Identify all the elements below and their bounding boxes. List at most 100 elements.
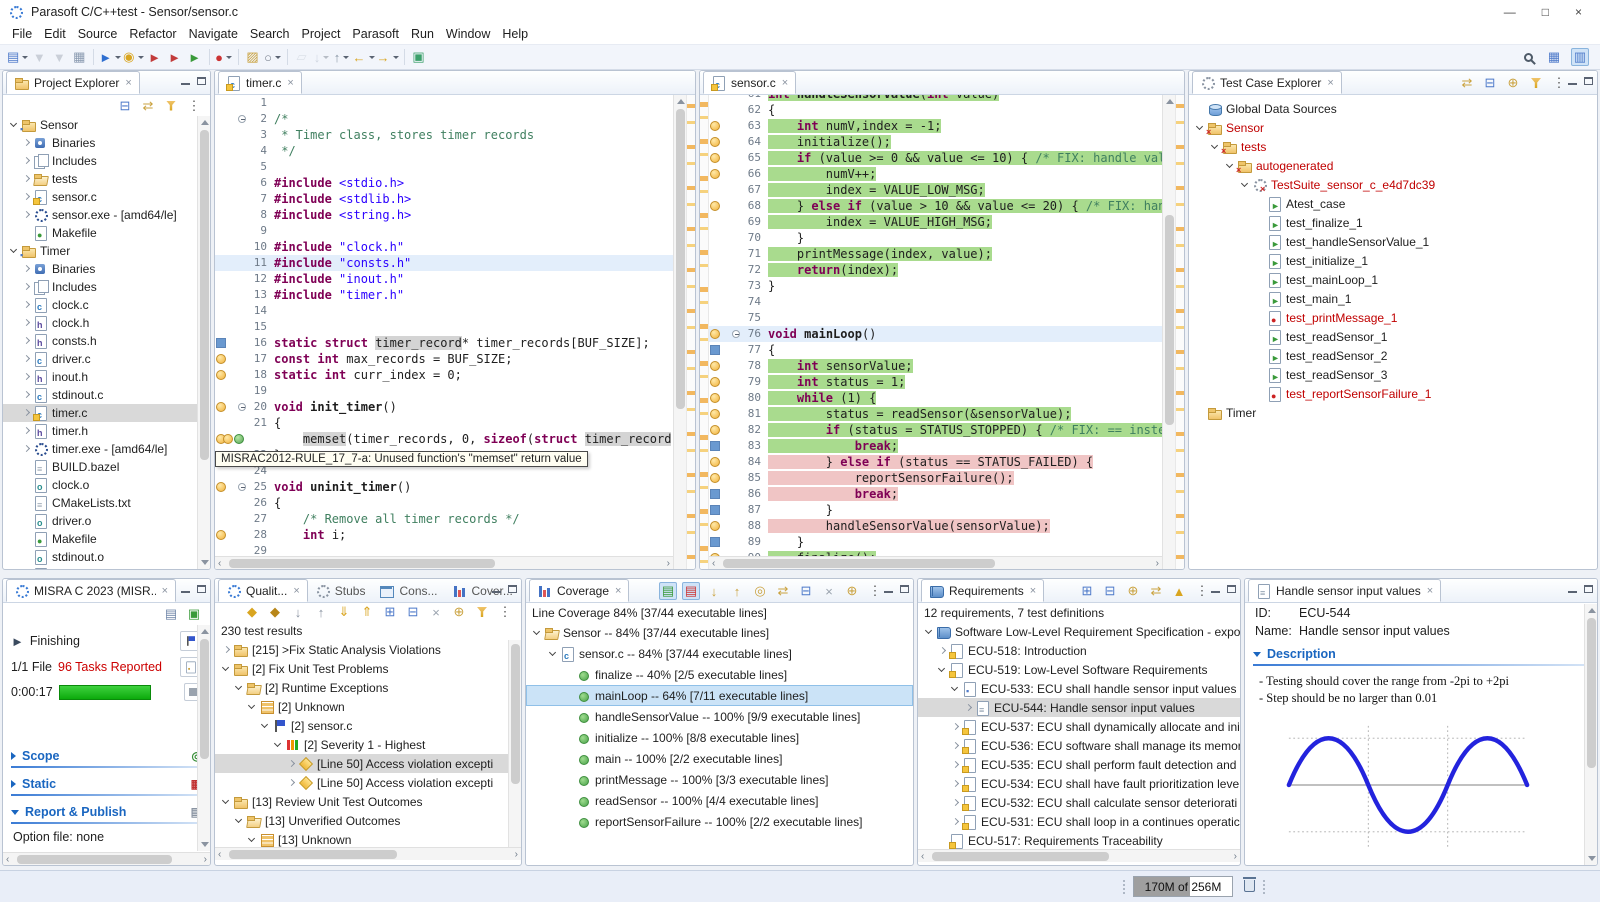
test-failed-button[interactable]: ► [146,48,164,66]
fold-collapse-icon[interactable] [238,403,246,411]
code-line[interactable]: 86 break; [709,486,1162,502]
run-last-button[interactable]: ↓ [313,48,331,66]
code-line[interactable]: 13#include "timer.h" [215,287,673,303]
tree-item[interactable]: cclock.c [3,296,210,314]
tree-item[interactable]: ▪ECU-518: Introduction [918,641,1240,660]
collapse-arrow-icon[interactable] [922,625,936,639]
task-marker-icon[interactable] [216,402,226,412]
code-line[interactable]: 7#include <stdlib.h> [215,191,673,207]
search-button[interactable] [1519,48,1537,66]
dropdown-arrow-icon[interactable] [115,56,121,59]
code-line[interactable]: 21{ [215,415,673,431]
open-perspective-button[interactable]: ▦ [1545,48,1563,66]
expand-arrow-icon[interactable] [11,752,16,760]
collapse-arrow-icon[interactable] [232,814,246,828]
next-item-button[interactable]: ↓ [705,582,723,600]
expand-arrow-icon[interactable] [19,352,33,366]
code-line[interactable]: 11#include "consts.h" [215,255,673,271]
code-line[interactable]: 4 */ [215,143,673,159]
code-line[interactable]: 65 if (value >= 0 && value <= 10) { /* F… [709,150,1162,166]
view-menu-button[interactable]: ⋮ [1550,74,1568,92]
minimize-view-icon[interactable] [1568,77,1577,85]
tab-requirements[interactable]: Requirements× [921,579,1044,602]
tree-item[interactable]: csensor.c [3,188,210,206]
vertical-scrollbar[interactable] [673,95,686,569]
prev-task-button[interactable]: ↑ [312,603,330,621]
collapse-arrow-icon[interactable] [7,244,21,258]
collapse-all-button[interactable]: ⊟ [1101,582,1119,600]
menu-help[interactable]: Help [496,26,534,42]
sync-button[interactable]: ⇄ [774,582,792,600]
menu-run[interactable]: Run [405,26,440,42]
tree-item[interactable]: sensor.exe - [amd64/le] [3,206,210,224]
filter-button[interactable] [473,603,491,621]
expand-arrow-icon[interactable] [19,298,33,312]
expand-arrow-icon[interactable] [19,334,33,348]
collapse-arrow-icon[interactable] [219,795,233,809]
drag-grip[interactable] [1262,879,1266,895]
fold-collapse-icon[interactable] [238,483,246,491]
tree-item[interactable]: ▪ECU-536: ECU software shall manage its … [918,736,1240,755]
expand-arrow-icon[interactable] [19,154,33,168]
tree-item[interactable]: tests [3,170,210,188]
tree-item[interactable]: odriver.o [3,512,210,530]
open-in-browser-button[interactable]: ▣ [185,605,203,623]
filter-button[interactable] [162,97,180,115]
task-marker-icon[interactable] [710,329,720,339]
tree-item[interactable]: ►test_readSensor_3 [1189,365,1597,384]
task-marker-icon[interactable] [710,153,720,163]
task-marker-icon[interactable] [710,121,720,131]
tree-item[interactable]: [2] Runtime Exceptions [215,678,521,697]
scrollbar[interactable] [197,625,210,851]
menu-edit[interactable]: Edit [38,26,72,42]
maximize-view-icon[interactable] [1227,585,1236,593]
tree-item[interactable]: handleSensorValue -- 100% [9/9 executabl… [526,706,913,727]
maximize-view-icon[interactable] [197,585,206,593]
view-menu-button[interactable]: ⋮ [185,97,203,115]
task-marker-icon[interactable] [223,434,233,444]
menu-window[interactable]: Window [440,26,496,42]
tree-item[interactable]: Timer [1189,403,1597,422]
code-line[interactable]: 78 int sensorValue; [709,358,1162,374]
report-button[interactable]: ▤ [162,605,180,623]
code-line[interactable]: 10#include "clock.h" [215,239,673,255]
collapse-arrow-icon[interactable] [7,118,21,132]
tab-qualit[interactable]: Qualit...× [218,579,308,602]
tree-item[interactable]: Sensor -- 84% [37/44 executable lines] [526,622,913,643]
code-line[interactable]: memset(timer_records, 0, sizeof(struct t… [215,431,673,447]
close-icon[interactable]: × [287,77,293,89]
menu-navigate[interactable]: Navigate [183,26,244,42]
tree-item[interactable]: finalize -- 40% [2/5 executable lines] [526,664,913,685]
tree-item[interactable]: cstdinout.c [3,386,210,404]
close-icon[interactable]: × [615,585,621,597]
code-line[interactable]: 14 [215,303,673,319]
code-line[interactable]: 8#include <string.h> [215,207,673,223]
collapse-all-button[interactable]: ⊟ [797,582,815,600]
code-line[interactable]: 71 printMessage(index, value); [709,246,1162,262]
tree-item[interactable]: ►test_mainLoop_1 [1189,270,1597,289]
code-line[interactable]: 85 reportSensorFailure(); [709,470,1162,486]
test-using-config-button[interactable]: ◉ [123,48,143,66]
tree-item[interactable]: csensor.c -- 84% [37/44 executable lines… [526,643,913,664]
menu-source[interactable]: Source [72,26,124,42]
close-icon[interactable]: × [1030,585,1036,597]
tree-item[interactable]: timer.exe - [amd64/le] [3,440,210,458]
tree-item[interactable]: ▪ECU-517: Requirements Traceability [918,831,1240,850]
tree-item[interactable]: Binaries [3,260,210,278]
tree-item[interactable]: Includes [3,278,210,296]
code-line[interactable]: 89 } [709,534,1162,550]
fold-collapse-icon[interactable] [732,330,740,338]
tree-item[interactable]: [Line 50] Access violation excepti [215,754,521,773]
refresh-button[interactable]: ⇄ [1458,74,1476,92]
expand-arrow-icon[interactable] [19,316,33,330]
debug-button[interactable]: ► [99,48,121,66]
task-marker-icon[interactable] [710,393,720,403]
tree-item[interactable]: [2] Unknown [215,697,521,716]
code-line[interactable]: 66 numV++; [709,166,1162,182]
expand-arrow-icon[interactable] [19,370,33,384]
collapse-arrow-icon[interactable] [258,719,272,733]
tree-item[interactable]: Binaries [3,134,210,152]
expand-arrow-icon[interactable] [284,776,298,790]
code-line[interactable]: 1 [215,95,673,111]
garbage-collect-icon[interactable] [1244,880,1255,892]
